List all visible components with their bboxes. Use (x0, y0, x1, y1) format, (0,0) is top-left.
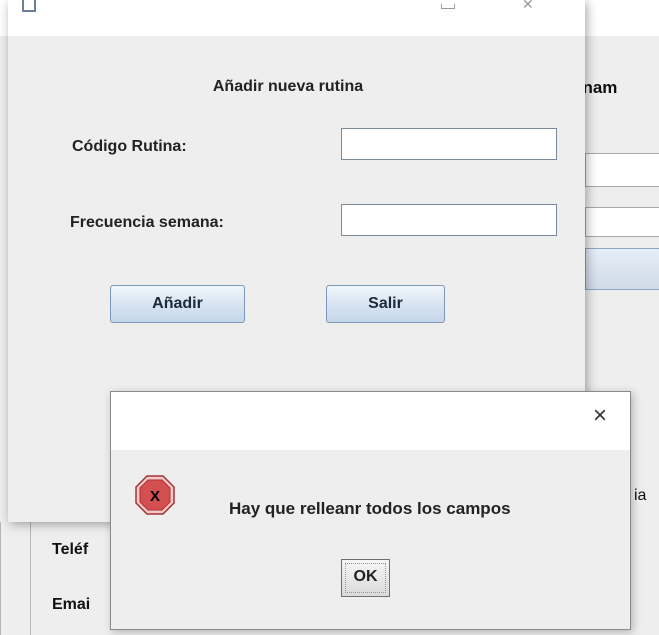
error-icon: X (135, 475, 175, 515)
frequency-input[interactable] (341, 204, 557, 236)
exit-button[interactable]: Salir (326, 285, 445, 323)
close-icon[interactable]: ✕ (522, 0, 534, 13)
focus-ring (345, 563, 386, 593)
frequency-label: Frecuencia semana: (70, 214, 224, 231)
add-button[interactable]: Añadir (110, 285, 245, 323)
code-label: Código Rutina: (72, 138, 187, 155)
app-icon (22, 0, 36, 12)
background-text-field[interactable] (585, 207, 659, 237)
error-message: Hay que relleanr todos los campos (229, 499, 511, 518)
background-button[interactable] (585, 248, 659, 290)
background-phone-label: Teléf (52, 541, 89, 558)
error-dialog: × X Hay que relleanr todos los campos OK (110, 391, 631, 630)
background-text-fragment: ia (634, 487, 647, 504)
ok-button[interactable]: OK (341, 559, 390, 597)
background-email-label: Emai (52, 596, 91, 613)
error-dialog-titlebar: × (111, 392, 630, 450)
code-input[interactable] (341, 128, 557, 160)
dialog-title: Añadir nueva rutina (212, 78, 364, 95)
background-divider (0, 522, 1, 635)
background-text-field[interactable] (585, 153, 659, 187)
close-icon[interactable]: × (593, 404, 607, 428)
dialog-titlebar: ✕ (8, 0, 585, 36)
svg-text:X: X (150, 488, 160, 505)
minimize-icon[interactable] (441, 4, 455, 9)
background-panel-border (30, 522, 31, 635)
